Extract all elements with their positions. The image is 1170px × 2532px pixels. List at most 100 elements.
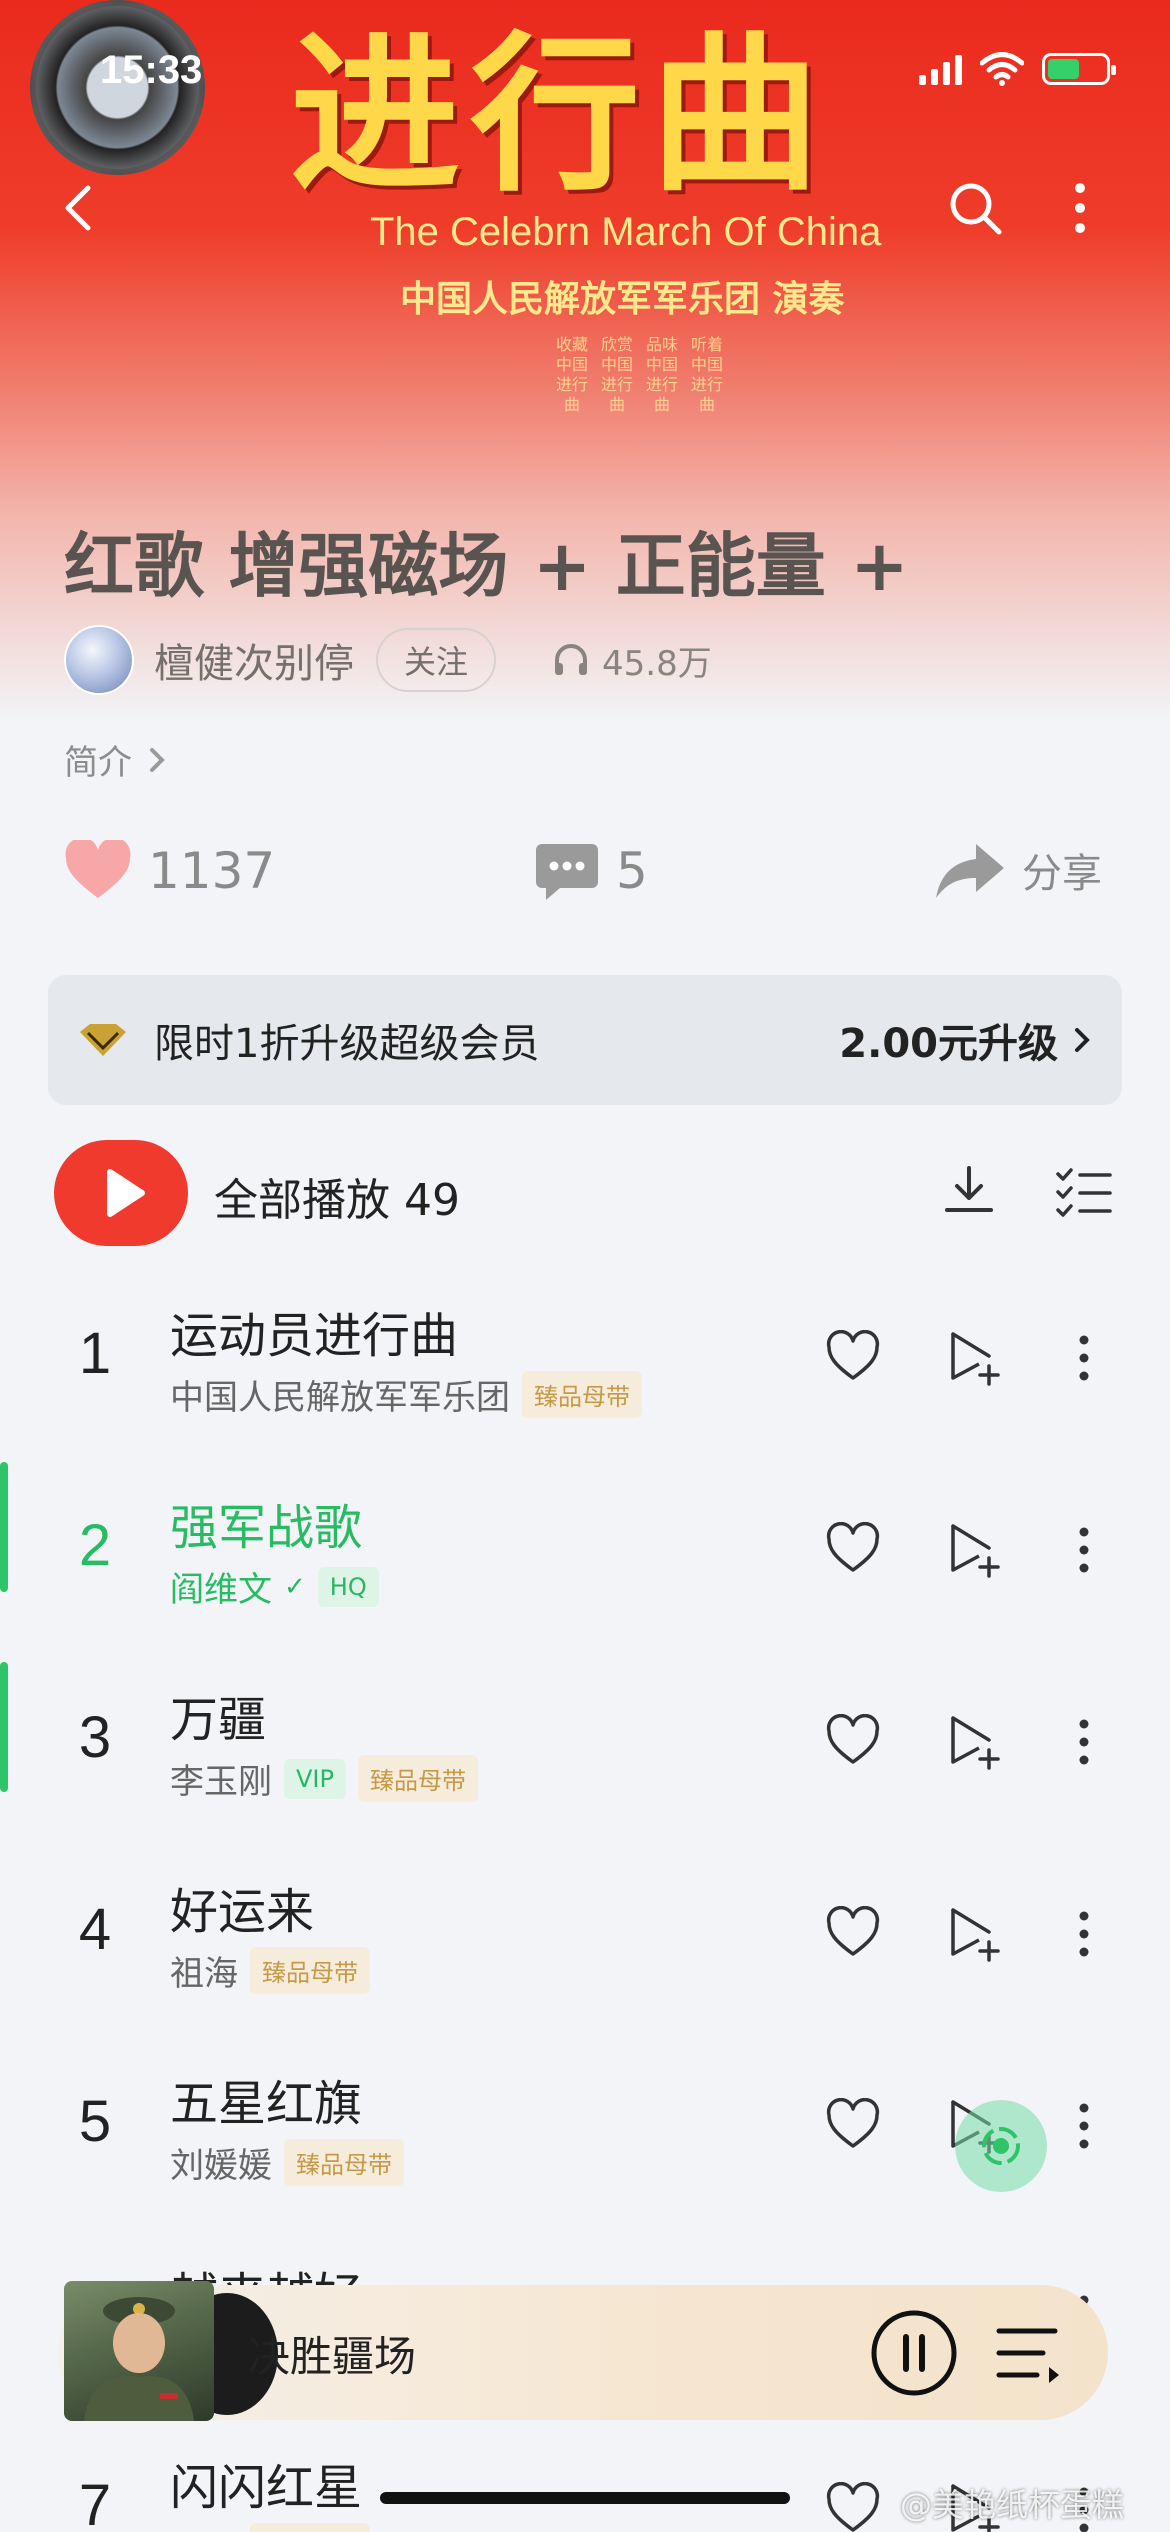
- now-playing-cover[interactable]: [64, 2281, 214, 2421]
- song-number: 5: [78, 2089, 112, 2154]
- song-title: 运动员进行曲: [170, 1308, 459, 1364]
- status-icons: [919, 52, 1116, 86]
- song-like-button[interactable]: [825, 1521, 881, 1578]
- playlist-header: 进行曲 The Celebrn March Of China 中国人民解放军军乐…: [0, 0, 1170, 720]
- vip-cta-label: 2.00元升级: [839, 1021, 1058, 1067]
- song-row[interactable]: 4 好运来 祖海 臻品母带: [0, 1846, 1170, 2038]
- locate-current-button[interactable]: [955, 2100, 1047, 2192]
- song-artist: 李玉刚: [170, 1762, 272, 1802]
- vip-upgrade-banner[interactable]: 限时1折升级超级会员 2.00元升级: [48, 975, 1122, 1105]
- cover-art-subtitle: The Celebrn March Of China: [370, 210, 882, 254]
- follow-button[interactable]: 关注: [376, 628, 497, 692]
- song-artist: 群星: [170, 2522, 238, 2532]
- cover-art-performer: 中国人民解放军军乐团 演奏: [400, 278, 845, 320]
- heart-outline-icon: [826, 2481, 880, 2532]
- play-count: 45.8万: [552, 636, 712, 685]
- add-to-playlist-icon: [951, 1908, 1000, 1962]
- play-all-button[interactable]: [54, 1140, 188, 1246]
- more-icon[interactable]: [1050, 178, 1110, 238]
- playlist-actions: 1137 5 分享: [64, 840, 1114, 920]
- locate-icon: [982, 2127, 1020, 2165]
- song-title: 强军战歌: [170, 1500, 363, 1556]
- song-more-button[interactable]: [1064, 1520, 1104, 1580]
- pause-icon[interactable]: [870, 2309, 958, 2397]
- more-vertical-icon: [1079, 1719, 1089, 1765]
- creator-name[interactable]: 檀健次别停: [154, 631, 354, 689]
- song-title: 五星红旗: [170, 2076, 363, 2132]
- song-count: 49: [404, 1175, 460, 1226]
- back-icon[interactable]: [50, 178, 110, 238]
- song-artist: 中国人民解放军军乐团: [170, 1378, 510, 1418]
- status-time: 15:33: [100, 48, 203, 92]
- chevron-right-icon: [1075, 1028, 1090, 1052]
- song-add-button[interactable]: [945, 1328, 1005, 1388]
- play-all-row: 全部播放 49: [54, 1140, 1124, 1246]
- master-tape-badge: 臻品母带: [250, 2523, 370, 2532]
- song-meta: 中国人民解放军军乐团 臻品母带: [170, 1370, 642, 1419]
- vip-diamond-icon: [80, 1024, 126, 1056]
- comment-button[interactable]: 5: [534, 840, 648, 902]
- heart-outline-icon: [826, 2097, 880, 2148]
- watermark: @美艳纸杯蛋糕: [900, 2486, 1125, 2524]
- play-all-label[interactable]: 全部播放 49: [214, 1164, 460, 1228]
- song-like-button[interactable]: [825, 2481, 881, 2532]
- song-number: 2: [78, 1513, 112, 1578]
- song-add-button[interactable]: [945, 1904, 1005, 1964]
- intro-label: 简介: [64, 743, 132, 783]
- vip-badge: VIP: [284, 1758, 346, 1799]
- mini-player[interactable]: 决胜疆场: [58, 2281, 1108, 2421]
- song-artist: 祖海: [170, 1954, 238, 1994]
- song-row[interactable]: 3 万疆 李玉刚 VIP 臻品母带: [0, 1654, 1170, 1846]
- more-vertical-icon: [1079, 1527, 1089, 1573]
- song-title: 万疆: [170, 1692, 267, 1748]
- intro-link[interactable]: 简介: [64, 735, 168, 784]
- song-like-button[interactable]: [825, 1713, 881, 1770]
- song-row[interactable]: 1 运动员进行曲 中国人民解放军军乐团 臻品母带: [0, 1270, 1170, 1462]
- song-like-button[interactable]: [825, 1905, 881, 1962]
- vip-upgrade-button[interactable]: 2.00元升级: [839, 1011, 1092, 1069]
- heart-outline-icon: [826, 1713, 880, 1764]
- like-button[interactable]: 1137: [64, 840, 275, 902]
- heart-icon: [65, 840, 131, 898]
- like-count: 1137: [148, 842, 276, 900]
- vip-text: 限时1折升级超级会员: [154, 1021, 540, 1067]
- cover-art-title: 进行曲: [290, 15, 831, 215]
- song-add-button[interactable]: [945, 1712, 1005, 1772]
- playlist-queue-icon[interactable]: [993, 2321, 1063, 2385]
- song-more-button[interactable]: [1064, 1328, 1104, 1388]
- song-like-button[interactable]: [825, 2097, 881, 2154]
- song-add-button[interactable]: [945, 1520, 1005, 1580]
- add-to-playlist-icon: [951, 1524, 1000, 1578]
- creator-row: 檀健次别停 关注 45.8万: [64, 625, 712, 695]
- signal-icon: [919, 53, 962, 85]
- download-icon[interactable]: [939, 1162, 999, 1222]
- song-artist: 刘媛媛: [170, 2146, 272, 2186]
- song-artist: 阎维文: [170, 1570, 272, 1610]
- creator-avatar[interactable]: [64, 625, 134, 695]
- heart-outline-icon: [826, 1521, 880, 1572]
- song-more-button[interactable]: [1064, 1904, 1104, 1964]
- share-button[interactable]: 分享: [934, 840, 1102, 900]
- battery-icon: [1042, 53, 1116, 85]
- song-meta: 群星 臻品母带: [170, 2522, 370, 2532]
- song-number: 3: [78, 1705, 112, 1770]
- master-tape-badge: 臻品母带: [284, 2139, 404, 2186]
- wifi-icon: [980, 52, 1024, 86]
- song-more-button[interactable]: [1064, 1712, 1104, 1772]
- song-title: 闪闪红星: [170, 2460, 363, 2516]
- hq-badge: HQ: [317, 1566, 379, 1607]
- cover-art-vertical-text: 听着中国进行曲: [690, 335, 723, 414]
- play-count-value: 45.8万: [602, 643, 712, 684]
- now-playing-indicator: [0, 1462, 8, 1592]
- search-icon[interactable]: [945, 178, 1005, 238]
- song-meta: 祖海 臻品母带: [170, 1946, 370, 1995]
- play-all-text: 全部播放: [214, 1175, 390, 1226]
- more-vertical-icon: [1079, 1335, 1089, 1381]
- song-row[interactable]: 2 强军战歌 阎维文 ✓ HQ: [0, 1462, 1170, 1792]
- song-like-button[interactable]: [825, 1329, 881, 1386]
- comment-icon: [536, 844, 598, 900]
- comment-count: 5: [616, 842, 648, 900]
- song-meta: 刘媛媛 臻品母带: [170, 2138, 404, 2187]
- song-more-button[interactable]: [1064, 2096, 1104, 2156]
- multiselect-icon[interactable]: [1054, 1162, 1114, 1222]
